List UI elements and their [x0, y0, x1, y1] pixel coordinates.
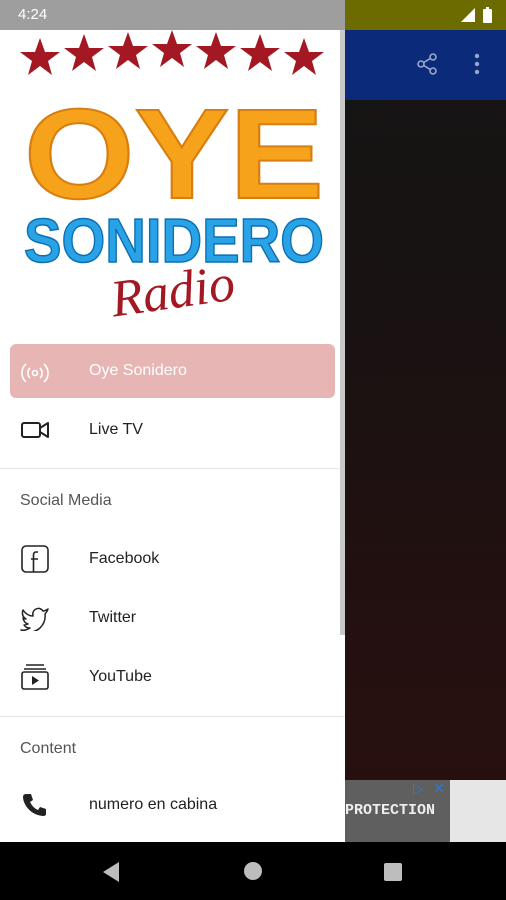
ad-close-icon[interactable]: ✕ — [433, 780, 445, 797]
ad-side-panel — [450, 780, 506, 842]
drawer-item-live-tv[interactable]: Live TV — [0, 401, 345, 459]
drawer-item-label: Twitter — [89, 609, 137, 626]
more-vert-icon[interactable] — [472, 52, 482, 76]
drawer-item-twitter[interactable]: Twitter — [0, 589, 345, 647]
phone-icon — [23, 794, 46, 816]
app-toolbar — [345, 30, 506, 100]
status-bar: 4:24 — [0, 0, 506, 30]
drawer-item-label: Facebook — [89, 550, 160, 567]
home-icon[interactable] — [243, 861, 263, 881]
ad-text: PROTECTION — [345, 802, 436, 819]
stars — [20, 30, 324, 75]
drawer-item-numero-en-cabina[interactable]: numero en cabina — [0, 776, 345, 834]
section-header-content: Content — [20, 740, 77, 757]
system-navigation-bar — [0, 842, 506, 900]
logo-oye: OYE — [24, 83, 324, 226]
drawer-item-oye-sonidero[interactable]: Oye Sonidero — [10, 344, 335, 398]
recent-apps-icon[interactable] — [384, 863, 402, 881]
ad-banner[interactable]: PROTECTION ▷ ✕ — [345, 780, 506, 842]
status-time: 4:24 — [18, 6, 48, 23]
section-header-social-media: Social Media — [20, 492, 112, 509]
facebook-icon — [21, 545, 49, 573]
share-icon[interactable] — [415, 52, 439, 76]
video-camera-icon — [21, 422, 49, 438]
radio-broadcast-icon — [21, 363, 49, 383]
system-icons — [461, 7, 492, 23]
status-bar-scrim — [0, 0, 345, 30]
back-icon[interactable] — [101, 861, 121, 883]
drawer-item-label: Oye Sonidero — [89, 362, 187, 379]
ad-choices-icon[interactable]: ▷ — [413, 780, 424, 797]
drawer-item-youtube[interactable]: YouTube — [0, 648, 345, 706]
drawer-divider — [0, 468, 345, 469]
drawer-item-facebook[interactable]: Facebook — [0, 530, 345, 588]
drawer-item-label: YouTube — [89, 668, 152, 685]
drawer-item-label: numero en cabina — [89, 796, 218, 813]
drawer-scrollbar[interactable] — [340, 30, 345, 635]
signal-icon — [461, 8, 475, 22]
battery-icon — [483, 7, 492, 23]
drawer-item-label: Live TV — [89, 421, 143, 438]
navigation-drawer: OYE SONIDERO Radio Oye Sonidero Live TV … — [0, 30, 345, 842]
youtube-icon — [21, 664, 49, 690]
drawer-divider — [0, 716, 345, 717]
app-background — [345, 30, 506, 842]
oye-sonidero-logo: OYE SONIDERO Radio — [20, 30, 325, 329]
twitter-icon — [20, 607, 49, 631]
